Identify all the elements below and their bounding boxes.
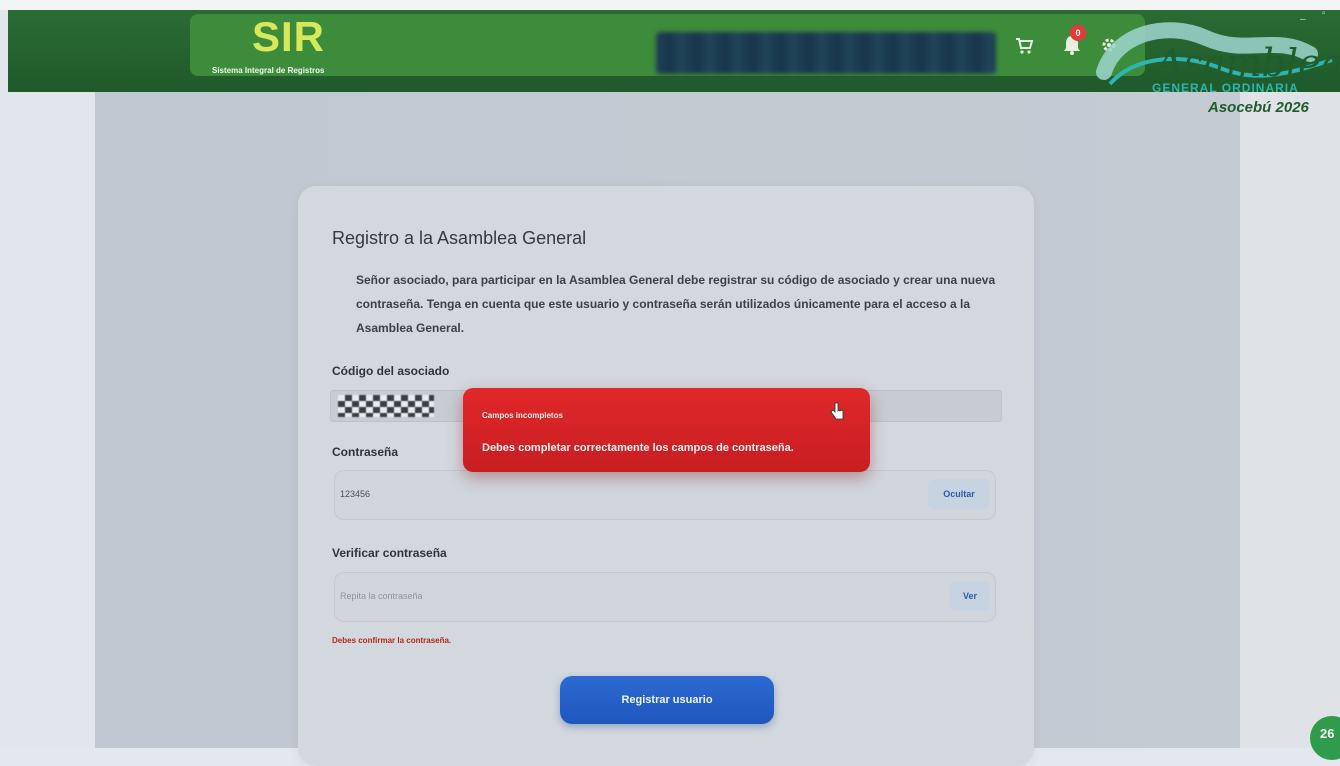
code-label: Código del asociado	[332, 364, 450, 378]
corner-badge[interactable]: 26	[1310, 716, 1340, 760]
window-minimize-icon[interactable]: –	[1300, 14, 1306, 25]
form-title: Registro a la Asamblea General	[332, 228, 587, 248]
notification-badge: 0	[1070, 25, 1086, 41]
hide-password-button[interactable]: Ocultar	[928, 479, 990, 509]
password-label: Contraseña	[332, 445, 399, 459]
window-frame-top	[0, 0, 1340, 10]
app-logo-subtitle: Sistema Integral de Registros	[212, 66, 325, 75]
user-info-redacted	[656, 32, 996, 74]
associate-code-redacted	[338, 395, 434, 417]
event-logo-line2: Asocebú 2026	[1208, 99, 1309, 116]
verify-error-message: Debes confirmar la contraseña.	[332, 636, 452, 645]
show-verify-password-button[interactable]: Ver	[950, 581, 990, 611]
password-value[interactable]: 123456	[340, 489, 370, 499]
verify-password-input[interactable]	[334, 572, 996, 622]
error-toast[interactable]	[463, 388, 870, 472]
event-logo-script: Asamblea	[1153, 41, 1340, 85]
toast-message: Debes completar correctamente los campos…	[482, 442, 794, 454]
toast-title: Campos incompletos	[482, 411, 563, 420]
window-restore-icon[interactable]: ▫	[1322, 8, 1326, 19]
event-logo-line1: GENERAL ORDINARIA	[1152, 81, 1299, 95]
cart-icon[interactable]	[1012, 34, 1036, 58]
verify-password-placeholder[interactable]: Repita la contraseña	[340, 591, 423, 601]
register-user-button[interactable]: Registrar usuario	[560, 676, 774, 724]
password-input[interactable]	[334, 470, 996, 520]
verify-password-label: Verificar contraseña	[332, 546, 447, 560]
app-logo-title[interactable]: SIR	[252, 16, 325, 58]
form-intro: Señor asociado, para participar en la As…	[356, 273, 996, 335]
hand-cursor-icon	[830, 402, 844, 420]
